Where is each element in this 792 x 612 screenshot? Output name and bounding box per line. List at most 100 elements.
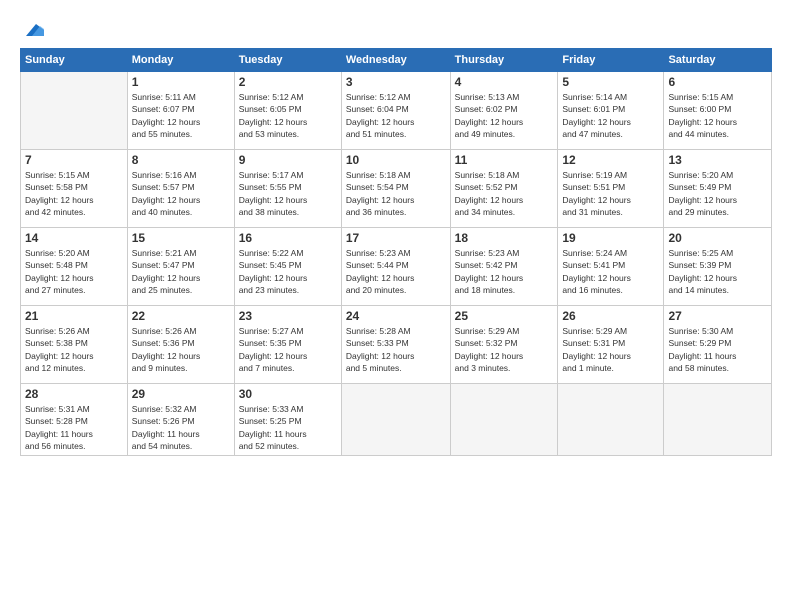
calendar-cell: 2 Sunrise: 5:12 AMSunset: 6:05 PMDaylight… <box>234 72 341 150</box>
day-number: 26 <box>562 309 659 323</box>
calendar-cell: 19 Sunrise: 5:24 AMSunset: 5:41 PMDayligh… <box>558 228 664 306</box>
logo <box>20 18 44 38</box>
calendar-cell: 20Sunrise: 5:25 AMSunset: 5:39 PMDayligh… <box>664 228 772 306</box>
calendar-cell: 16 Sunrise: 5:22 AMSunset: 5:45 PMDayligh… <box>234 228 341 306</box>
day-info: Sunrise: 5:23 AMSunset: 5:44 PMDaylight:… <box>346 247 446 296</box>
calendar-body: 1Sunrise: 5:11 AMSunset: 6:07 PMDaylight… <box>21 72 772 456</box>
calendar-cell: 5 Sunrise: 5:14 AMSunset: 6:01 PMDaylight… <box>558 72 664 150</box>
day-number: 24 <box>346 309 446 323</box>
calendar-week-0: 1Sunrise: 5:11 AMSunset: 6:07 PMDaylight… <box>21 72 772 150</box>
day-info: Sunrise: 5:18 AMSunset: 5:52 PMDaylight:… <box>455 169 554 218</box>
day-number: 10 <box>346 153 446 167</box>
day-number: 7 <box>25 153 123 167</box>
calendar-cell: 3 Sunrise: 5:12 AMSunset: 6:04 PMDaylight… <box>341 72 450 150</box>
calendar-cell: 12 Sunrise: 5:19 AMSunset: 5:51 PMDayligh… <box>558 150 664 228</box>
day-number: 19 <box>562 231 659 245</box>
calendar-cell <box>341 384 450 456</box>
day-info: Sunrise: 5:28 AMSunset: 5:33 PMDaylight:… <box>346 325 446 374</box>
weekday-header-monday: Monday <box>127 49 234 72</box>
day-info: Sunrise: 5:15 AMSunset: 6:00 PMDaylight:… <box>668 91 767 140</box>
calendar-week-4: 28 Sunrise: 5:31 AMSunset: 5:28 PMDayligh… <box>21 384 772 456</box>
calendar-cell: 23 Sunrise: 5:27 AMSunset: 5:35 PMDayligh… <box>234 306 341 384</box>
calendar-table: SundayMondayTuesdayWednesdayThursdayFrid… <box>20 48 772 456</box>
day-number: 12 <box>562 153 659 167</box>
calendar-cell: 8 Sunrise: 5:16 AMSunset: 5:57 PMDaylight… <box>127 150 234 228</box>
day-info: Sunrise: 5:31 AMSunset: 5:28 PMDaylight:… <box>25 403 123 452</box>
day-info: Sunrise: 5:29 AMSunset: 5:32 PMDaylight:… <box>455 325 554 374</box>
day-number: 8 <box>132 153 230 167</box>
calendar-cell: 25Sunrise: 5:29 AMSunset: 5:32 PMDayligh… <box>450 306 558 384</box>
day-number: 6 <box>668 75 767 89</box>
day-info: Sunrise: 5:16 AMSunset: 5:57 PMDaylight:… <box>132 169 230 218</box>
calendar-cell: 4Sunrise: 5:13 AMSunset: 6:02 PMDaylight… <box>450 72 558 150</box>
day-info: Sunrise: 5:18 AMSunset: 5:54 PMDaylight:… <box>346 169 446 218</box>
calendar-cell: 27 Sunrise: 5:30 AMSunset: 5:29 PMDayligh… <box>664 306 772 384</box>
day-number: 4 <box>455 75 554 89</box>
weekday-header-row: SundayMondayTuesdayWednesdayThursdayFrid… <box>21 49 772 72</box>
day-info: Sunrise: 5:26 AMSunset: 5:38 PMDaylight:… <box>25 325 123 374</box>
calendar-cell: 1Sunrise: 5:11 AMSunset: 6:07 PMDaylight… <box>127 72 234 150</box>
weekday-header-saturday: Saturday <box>664 49 772 72</box>
day-number: 27 <box>668 309 767 323</box>
day-info: Sunrise: 5:26 AMSunset: 5:36 PMDaylight:… <box>132 325 230 374</box>
weekday-header-sunday: Sunday <box>21 49 128 72</box>
calendar-cell: 11Sunrise: 5:18 AMSunset: 5:52 PMDayligh… <box>450 150 558 228</box>
calendar-cell: 10 Sunrise: 5:18 AMSunset: 5:54 PMDayligh… <box>341 150 450 228</box>
calendar-cell: 30 Sunrise: 5:33 AMSunset: 5:25 PMDayligh… <box>234 384 341 456</box>
day-info: Sunrise: 5:30 AMSunset: 5:29 PMDaylight:… <box>668 325 767 374</box>
day-number: 14 <box>25 231 123 245</box>
calendar-cell: 17 Sunrise: 5:23 AMSunset: 5:44 PMDayligh… <box>341 228 450 306</box>
logo-icon <box>22 18 44 40</box>
day-number: 15 <box>132 231 230 245</box>
day-number: 28 <box>25 387 123 401</box>
day-info: Sunrise: 5:33 AMSunset: 5:25 PMDaylight:… <box>239 403 337 452</box>
day-info: Sunrise: 5:22 AMSunset: 5:45 PMDaylight:… <box>239 247 337 296</box>
calendar-cell <box>558 384 664 456</box>
day-info: Sunrise: 5:20 AMSunset: 5:49 PMDaylight:… <box>668 169 767 218</box>
day-number: 3 <box>346 75 446 89</box>
calendar-cell: 6 Sunrise: 5:15 AMSunset: 6:00 PMDaylight… <box>664 72 772 150</box>
day-info: Sunrise: 5:14 AMSunset: 6:01 PMDaylight:… <box>562 91 659 140</box>
day-number: 18 <box>455 231 554 245</box>
day-info: Sunrise: 5:20 AMSunset: 5:48 PMDaylight:… <box>25 247 123 296</box>
calendar-cell <box>21 72 128 150</box>
weekday-header-wednesday: Wednesday <box>341 49 450 72</box>
day-number: 30 <box>239 387 337 401</box>
day-number: 13 <box>668 153 767 167</box>
day-info: Sunrise: 5:21 AMSunset: 5:47 PMDaylight:… <box>132 247 230 296</box>
calendar-week-2: 14 Sunrise: 5:20 AMSunset: 5:48 PMDayligh… <box>21 228 772 306</box>
day-info: Sunrise: 5:27 AMSunset: 5:35 PMDaylight:… <box>239 325 337 374</box>
header <box>20 18 772 38</box>
calendar-cell: 13 Sunrise: 5:20 AMSunset: 5:49 PMDayligh… <box>664 150 772 228</box>
day-info: Sunrise: 5:17 AMSunset: 5:55 PMDaylight:… <box>239 169 337 218</box>
calendar-cell: 9 Sunrise: 5:17 AMSunset: 5:55 PMDaylight… <box>234 150 341 228</box>
day-number: 16 <box>239 231 337 245</box>
day-number: 29 <box>132 387 230 401</box>
day-number: 22 <box>132 309 230 323</box>
day-info: Sunrise: 5:11 AMSunset: 6:07 PMDaylight:… <box>132 91 230 140</box>
day-info: Sunrise: 5:24 AMSunset: 5:41 PMDaylight:… <box>562 247 659 296</box>
calendar-cell: 7 Sunrise: 5:15 AMSunset: 5:58 PMDaylight… <box>21 150 128 228</box>
calendar-cell: 21Sunrise: 5:26 AMSunset: 5:38 PMDayligh… <box>21 306 128 384</box>
day-number: 20 <box>668 231 767 245</box>
calendar-cell: 28 Sunrise: 5:31 AMSunset: 5:28 PMDayligh… <box>21 384 128 456</box>
day-info: Sunrise: 5:12 AMSunset: 6:05 PMDaylight:… <box>239 91 337 140</box>
day-info: Sunrise: 5:12 AMSunset: 6:04 PMDaylight:… <box>346 91 446 140</box>
calendar-week-1: 7 Sunrise: 5:15 AMSunset: 5:58 PMDaylight… <box>21 150 772 228</box>
calendar-cell: 29Sunrise: 5:32 AMSunset: 5:26 PMDayligh… <box>127 384 234 456</box>
weekday-header-tuesday: Tuesday <box>234 49 341 72</box>
day-number: 9 <box>239 153 337 167</box>
day-info: Sunrise: 5:19 AMSunset: 5:51 PMDaylight:… <box>562 169 659 218</box>
calendar-cell <box>664 384 772 456</box>
calendar-cell: 15 Sunrise: 5:21 AMSunset: 5:47 PMDayligh… <box>127 228 234 306</box>
calendar-week-3: 21Sunrise: 5:26 AMSunset: 5:38 PMDayligh… <box>21 306 772 384</box>
day-info: Sunrise: 5:23 AMSunset: 5:42 PMDaylight:… <box>455 247 554 296</box>
weekday-header-thursday: Thursday <box>450 49 558 72</box>
day-number: 17 <box>346 231 446 245</box>
page: SundayMondayTuesdayWednesdayThursdayFrid… <box>0 0 792 612</box>
day-info: Sunrise: 5:15 AMSunset: 5:58 PMDaylight:… <box>25 169 123 218</box>
day-number: 2 <box>239 75 337 89</box>
day-info: Sunrise: 5:29 AMSunset: 5:31 PMDaylight:… <box>562 325 659 374</box>
day-number: 23 <box>239 309 337 323</box>
day-number: 5 <box>562 75 659 89</box>
